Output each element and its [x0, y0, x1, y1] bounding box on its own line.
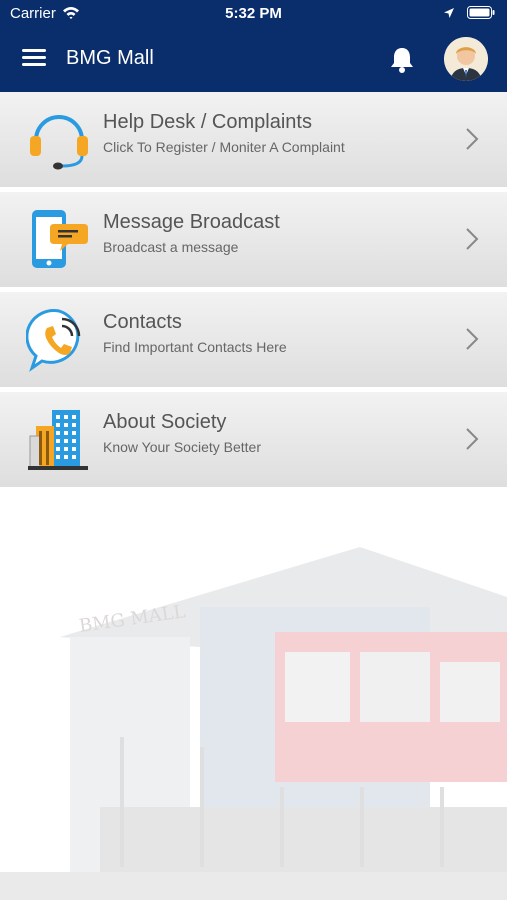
- menu-item-title: Message Broadcast: [103, 211, 280, 233]
- menu-item-help-desk[interactable]: Help Desk / Complaints Click To Register…: [0, 92, 507, 192]
- phone-message-icon: [32, 210, 88, 268]
- phone-call-icon: [26, 309, 81, 372]
- menu-item-subtitle: Broadcast a message: [103, 239, 239, 255]
- mall-building-background: BMG MALL: [0, 487, 507, 900]
- user-avatar[interactable]: [444, 37, 488, 81]
- app-title: BMG Mall: [66, 47, 154, 69]
- chevron-right-icon: [466, 328, 479, 350]
- main-menu-list: Help Desk / Complaints Click To Register…: [0, 92, 507, 492]
- hamburger-menu-button[interactable]: [22, 48, 46, 68]
- menu-item-about-society[interactable]: About Society Know Your Society Better: [0, 392, 507, 492]
- headset-icon: [30, 115, 88, 170]
- battery-icon: [467, 6, 495, 19]
- menu-item-message-broadcast[interactable]: Message Broadcast Broadcast a message: [0, 192, 507, 292]
- top-bar: Carrier 5:32 PM BMG Mall: [0, 0, 507, 92]
- menu-item-title: About Society: [103, 411, 227, 433]
- menu-item-contacts[interactable]: Contacts Find Important Contacts Here: [0, 292, 507, 392]
- menu-item-title: Contacts: [103, 311, 182, 333]
- status-bar: Carrier 5:32 PM: [0, 0, 507, 28]
- avatar-icon: [444, 37, 488, 81]
- location-arrow-icon: [444, 7, 454, 18]
- status-icons: [443, 6, 495, 19]
- app-header: BMG Mall: [0, 36, 507, 86]
- buildings-icon: [28, 410, 88, 470]
- chevron-right-icon: [466, 228, 479, 250]
- menu-item-title: Help Desk / Complaints: [103, 111, 312, 133]
- chevron-right-icon: [466, 128, 479, 150]
- notification-bell-icon[interactable]: [386, 44, 418, 76]
- chevron-right-icon: [466, 428, 479, 450]
- menu-item-subtitle: Find Important Contacts Here: [103, 339, 287, 355]
- menu-item-subtitle: Know Your Society Better: [103, 439, 261, 455]
- wifi-icon: [63, 7, 79, 19]
- menu-item-subtitle: Click To Register / Moniter A Complaint: [103, 139, 345, 155]
